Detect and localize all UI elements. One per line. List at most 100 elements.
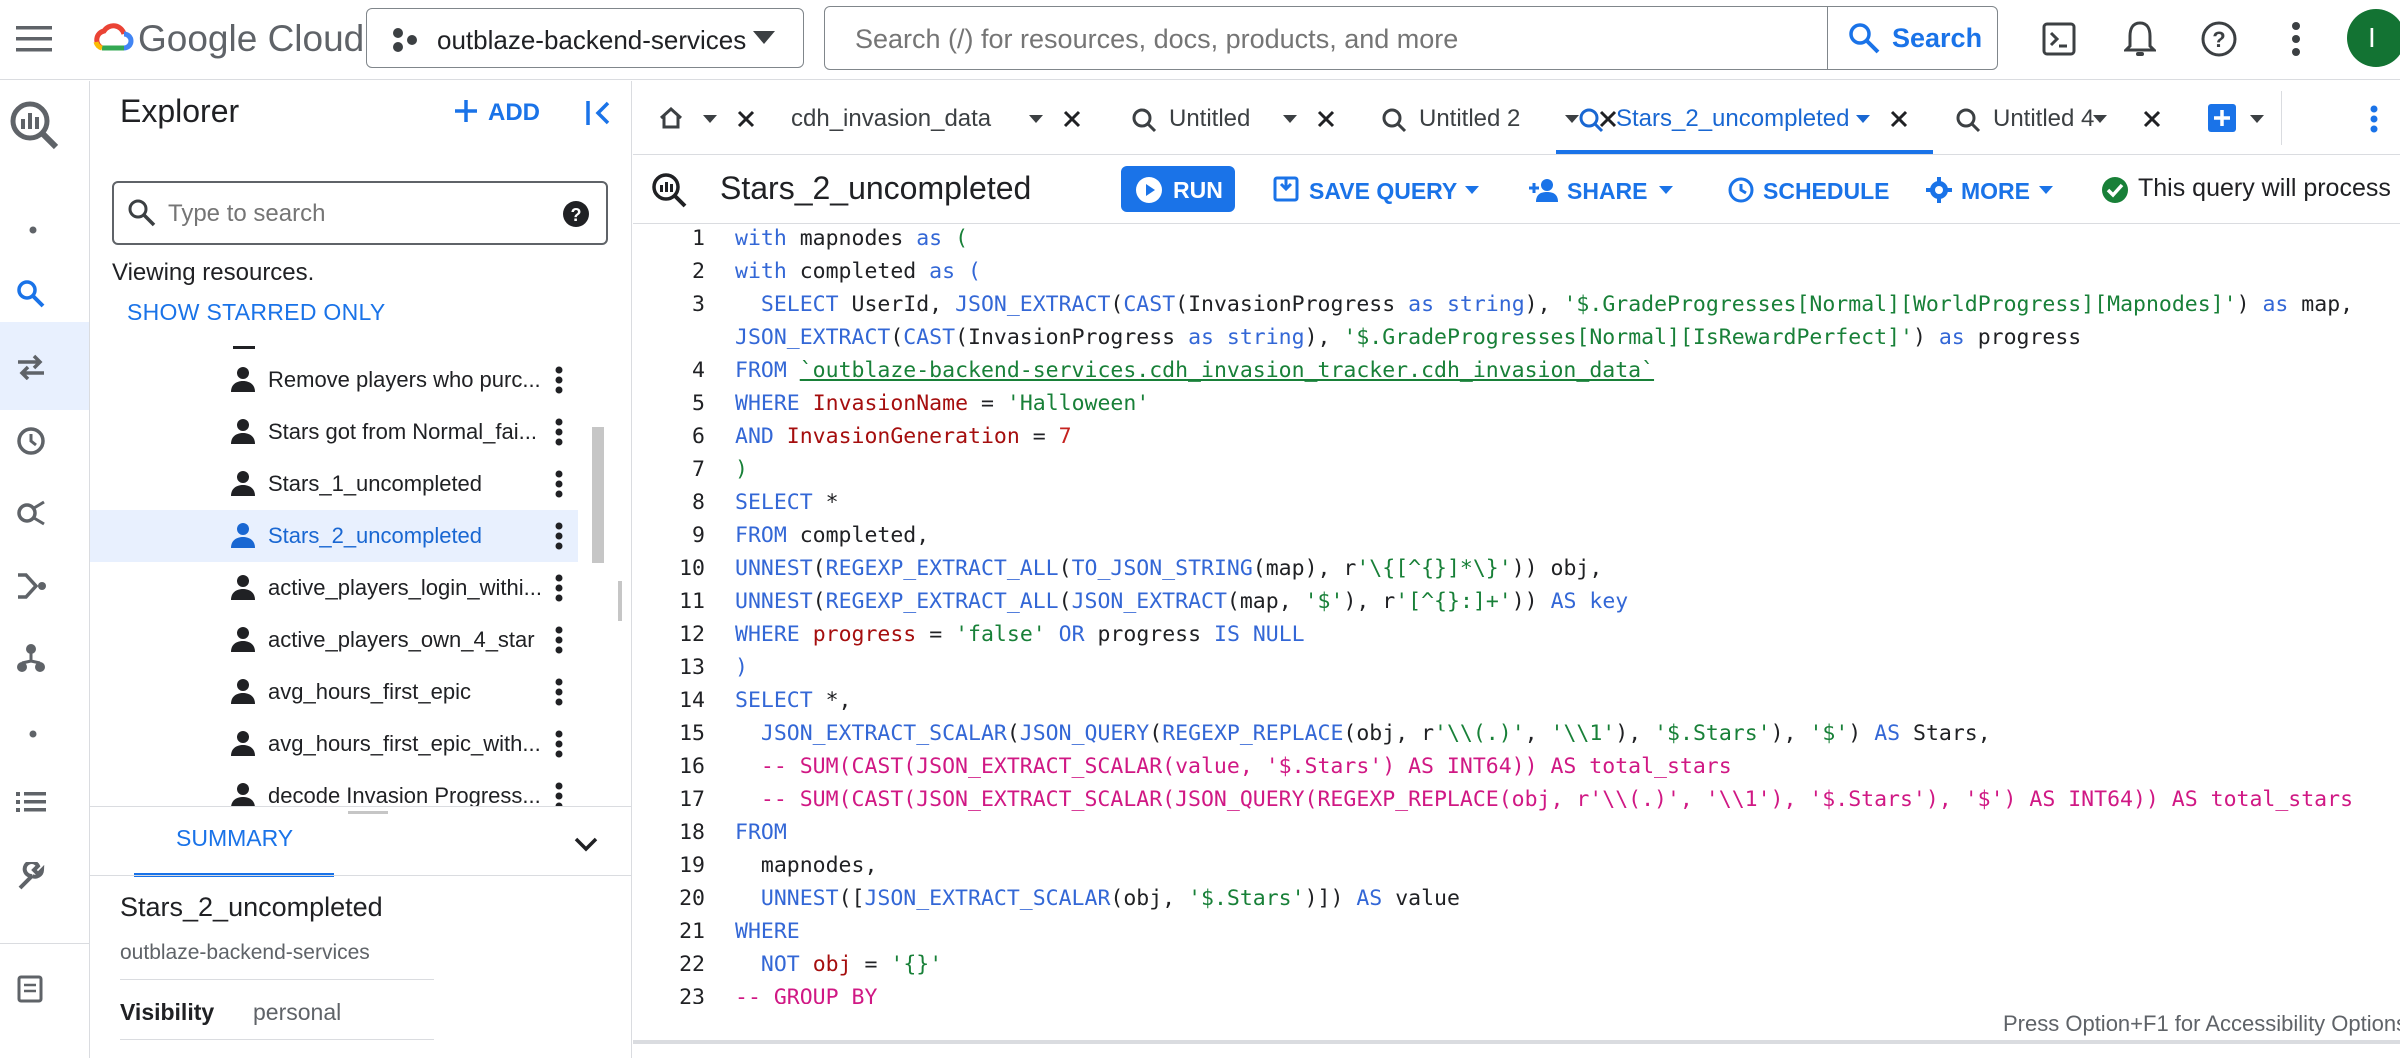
search-button[interactable]: Search — [1827, 7, 1997, 69]
bell-icon[interactable] — [2124, 20, 2156, 58]
tree-item[interactable]: avg_hours_first_epic_with... — [90, 718, 578, 770]
collapse-panel-icon[interactable] — [584, 99, 614, 127]
tree-item-cutoff — [233, 346, 255, 349]
code-text: SELECT * — [735, 490, 839, 515]
tree-item[interactable]: Stars_1_uncompleted — [90, 458, 578, 510]
tab-home[interactable] — [633, 81, 763, 154]
search-icon — [1848, 22, 1880, 54]
dropdown-arrow-icon[interactable] — [2250, 115, 2264, 124]
dropdown-arrow-icon[interactable] — [1283, 115, 1297, 124]
play-icon — [1136, 177, 1162, 203]
more-vert-icon[interactable] — [554, 730, 564, 758]
code-text: FROM `outblaze-backend-services.cdh_inva… — [735, 358, 1655, 383]
dropdown-arrow-icon[interactable] — [703, 115, 717, 124]
code-text: UNNEST([JSON_EXTRACT_SCALAR(obj, '$.Star… — [760, 886, 1460, 911]
close-icon[interactable] — [2143, 110, 2161, 128]
code-text: SELECT *, — [735, 688, 852, 713]
tree-item-selected[interactable]: Stars_2_uncompleted — [90, 510, 578, 562]
bigquery-logo-icon[interactable] — [8, 99, 58, 151]
summary-row-divider — [120, 1039, 434, 1040]
clock-icon — [1728, 177, 1754, 203]
hamburger-menu-icon[interactable] — [16, 24, 54, 54]
explorer-search-input[interactable] — [166, 197, 550, 231]
summary-project: outblaze-backend-services — [120, 941, 370, 964]
more-vert-icon[interactable] — [554, 782, 564, 806]
more-vert-icon[interactable] — [554, 678, 564, 706]
explorer-panel: Explorer ADD ? Viewing resources. SHOW S… — [90, 81, 632, 1059]
pipelines-icon[interactable] — [16, 571, 48, 601]
run-button-label: RUN — [1173, 177, 1223, 203]
tree-item[interactable]: decode Invasion Progress... — [90, 770, 578, 806]
tree-item[interactable]: Stars got from Normal_fai... — [90, 406, 578, 458]
tree-item-label: decode Invasion Progress... — [268, 783, 541, 806]
dataform-icon[interactable] — [16, 643, 46, 673]
visibility-value: personal — [253, 999, 342, 1025]
line-number: 2 — [692, 259, 705, 284]
code-text: FROM completed, — [735, 523, 930, 548]
project-selector[interactable]: outblaze-backend-services — [366, 8, 804, 68]
close-icon[interactable] — [1890, 110, 1908, 128]
avatar[interactable]: I — [2346, 8, 2400, 68]
panel-resize-handle[interactable] — [618, 581, 622, 621]
chevron-down-icon[interactable] — [574, 837, 598, 853]
explorer-scrollbar-thumb[interactable] — [592, 427, 604, 563]
run-button[interactable]: RUN — [1121, 166, 1235, 212]
close-icon[interactable] — [1317, 110, 1335, 128]
wrench-icon[interactable] — [16, 862, 46, 892]
global-search-input[interactable] — [853, 21, 1837, 57]
explorer-search: ? — [112, 181, 608, 245]
more-vert-icon[interactable] — [554, 470, 564, 498]
google-cloud-logo-icon[interactable] — [92, 20, 134, 56]
more-vert-icon[interactable] — [554, 574, 564, 602]
history-icon[interactable] — [16, 426, 46, 456]
summary-panel: SUMMARY Stars_2_uncompleted outblaze-bac… — [90, 806, 631, 1059]
tree-item[interactable]: Remove players who purc... — [90, 354, 578, 406]
line-number: 22 — [679, 952, 705, 977]
code-comment: -- SUM(CAST(JSON_EXTRACT_SCALAR(value, '… — [735, 754, 1732, 779]
tree-item[interactable]: active_players_own_4_star — [90, 614, 578, 666]
analytics-hub-icon[interactable] — [16, 498, 46, 528]
drag-handle[interactable] — [348, 811, 388, 814]
search-icon[interactable] — [17, 280, 45, 308]
tree-item-label: Remove players who purc... — [268, 367, 541, 392]
avatar-letter: I — [2368, 22, 2376, 53]
line-number: 15 — [679, 721, 705, 746]
cloud-shell-icon[interactable] — [2042, 22, 2076, 56]
help-icon[interactable]: ? — [562, 200, 590, 228]
product-logo-text[interactable]: Google Cloud — [138, 18, 364, 60]
more-vert-icon[interactable] — [554, 626, 564, 654]
tree-item-label: avg_hours_first_epic_with... — [268, 731, 541, 756]
add-button[interactable]: ADD — [452, 97, 540, 126]
more-vert-icon[interactable] — [554, 366, 564, 394]
help-icon[interactable]: ? — [2200, 20, 2238, 58]
new-query-icon[interactable] — [2207, 103, 2237, 133]
svg-text:?: ? — [2212, 27, 2225, 52]
sql-editor[interactable]: 1 with mapnodes as ( 2 with completed as (… — [633, 224, 2400, 1004]
person-icon — [231, 679, 255, 704]
tree-item[interactable]: active_players_login_withi... — [90, 562, 578, 614]
dropdown-arrow-icon[interactable] — [1856, 115, 1870, 124]
tab-stars-2-uncompleted[interactable]: Stars_2_uncompleted — [1556, 81, 1933, 154]
list-icon[interactable] — [16, 790, 46, 814]
line-number: 16 — [679, 754, 705, 779]
close-icon[interactable] — [1063, 110, 1081, 128]
editor-bottom-border[interactable] — [633, 1040, 2400, 1044]
release-notes-icon[interactable] — [16, 974, 46, 1004]
more-vert-icon[interactable] — [2291, 22, 2301, 56]
more-vert-icon[interactable] — [2369, 105, 2379, 133]
dropdown-arrow-icon[interactable] — [2093, 115, 2107, 124]
tab-summary[interactable]: SUMMARY — [134, 825, 334, 877]
summary-divider — [90, 875, 631, 876]
close-icon[interactable] — [737, 110, 755, 128]
query-title[interactable]: Stars_2_uncompleted — [720, 170, 1031, 207]
dropdown-arrow-icon — [753, 31, 775, 45]
dropdown-arrow-icon[interactable] — [1029, 115, 1043, 124]
show-starred-button[interactable]: SHOW STARRED ONLY — [127, 299, 386, 326]
more-vert-icon[interactable] — [554, 522, 564, 550]
tab-untitled-4[interactable]: Untitled 4 — [1933, 81, 2133, 154]
tab-label: Untitled — [1169, 105, 1251, 132]
more-vert-icon[interactable] — [554, 418, 564, 446]
tree-item[interactable]: avg_hours_first_epic — [90, 666, 578, 718]
tab-untitled[interactable]: Untitled — [1093, 81, 1335, 154]
transfers-icon[interactable] — [16, 354, 46, 380]
